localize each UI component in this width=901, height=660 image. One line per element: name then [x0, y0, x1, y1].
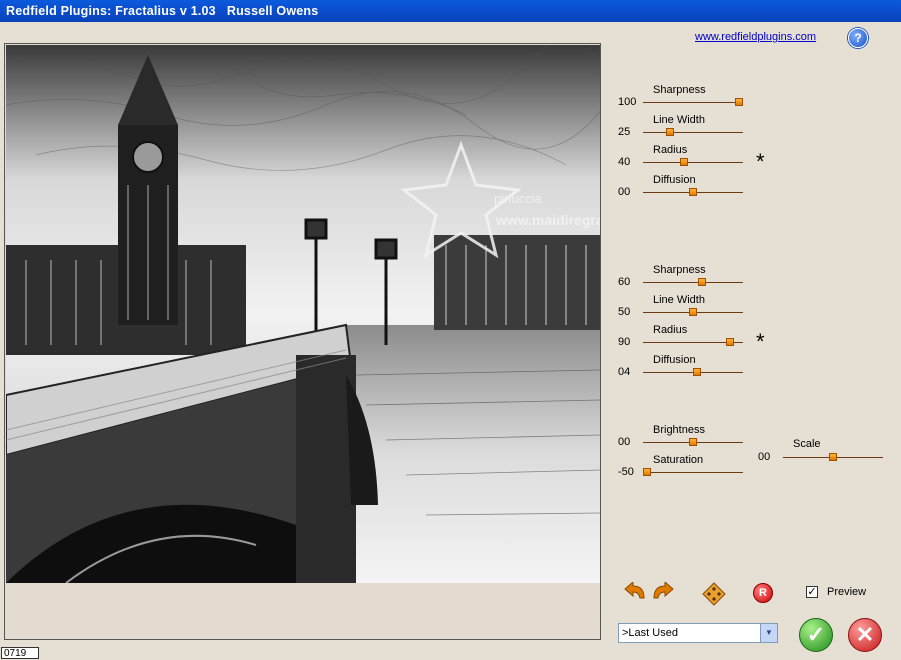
- preview-image: pinuccia www.maidiregrafica.eu: [6, 45, 601, 583]
- slider-label: Radius: [653, 144, 688, 156]
- slider-value: -50: [618, 466, 634, 478]
- status-code: 0719: [1, 647, 39, 659]
- window-title: Redfield Plugins: Fractalius v 1.03 Russ…: [6, 4, 319, 18]
- slider-label: Sharpness: [653, 264, 706, 276]
- scale-label: Scale: [793, 438, 821, 450]
- slider-value: 00: [618, 436, 631, 448]
- slider-label: Line Width: [653, 294, 705, 306]
- preview-panel: pinuccia www.maidiregrafica.eu: [4, 43, 601, 640]
- slider-value: 50: [618, 306, 631, 318]
- slider-track[interactable]: [643, 102, 743, 103]
- slider-thumb[interactable]: [666, 128, 674, 136]
- slider-thumb[interactable]: [692, 368, 701, 376]
- reset-icon[interactable]: R: [753, 583, 773, 603]
- help-icon[interactable]: ?: [848, 28, 868, 48]
- slider-label: Brightness: [653, 424, 705, 436]
- undo-icon[interactable]: [622, 582, 648, 602]
- slider-label: Line Width: [653, 114, 705, 126]
- scale-value: 00: [758, 451, 771, 463]
- chevron-down-icon[interactable]: ▼: [760, 624, 777, 642]
- randomize-group1-icon[interactable]: *: [756, 151, 765, 173]
- slider-track[interactable]: [643, 282, 743, 283]
- watermark-name: pinuccia: [494, 191, 542, 206]
- slider-value: 90: [618, 336, 631, 348]
- slider-thumb[interactable]: [643, 468, 651, 476]
- preview-checkbox[interactable]: ✓: [806, 586, 818, 598]
- random-seed-dice-icon[interactable]: [702, 582, 726, 606]
- river: [346, 325, 600, 583]
- slider-thumb[interactable]: [679, 158, 688, 166]
- preset-select[interactable]: >Last Used ▼: [618, 623, 778, 643]
- slider-label: Diffusion: [653, 354, 696, 366]
- slider-label: Saturation: [653, 454, 704, 466]
- preview-label: Preview: [827, 586, 867, 598]
- randomize-group2-icon[interactable]: *: [756, 331, 765, 353]
- slider-track[interactable]: [643, 132, 743, 133]
- preset-selected-value: >Last Used: [622, 627, 678, 639]
- slider-thumb[interactable]: [735, 98, 743, 106]
- watermark-url: www.maidiregrafica.eu: [495, 212, 601, 228]
- parliament-right: [434, 235, 600, 330]
- redo-icon[interactable]: [650, 582, 676, 602]
- slider-value: 25: [618, 126, 631, 138]
- slider-value: 04: [618, 366, 631, 378]
- slider-thumb[interactable]: [689, 188, 697, 196]
- slider-thumb[interactable]: [689, 438, 697, 446]
- redfield-website-link[interactable]: www.redfieldplugins.com: [695, 31, 816, 43]
- slider-label: Sharpness: [653, 84, 706, 96]
- cancel-button[interactable]: ✕: [848, 618, 882, 652]
- slider-thumb[interactable]: [689, 308, 697, 316]
- ok-button[interactable]: ✓: [799, 618, 833, 652]
- slider-value: 100: [618, 96, 637, 108]
- slider-value: 40: [618, 156, 631, 168]
- clock-face: [132, 141, 164, 173]
- slider-thumb[interactable]: [698, 278, 707, 286]
- slider-track[interactable]: [643, 472, 743, 473]
- slider-label: Diffusion: [653, 174, 696, 186]
- slider-label: Radius: [653, 324, 688, 336]
- scale-slider-thumb[interactable]: [829, 453, 837, 461]
- title-bar: Redfield Plugins: Fractalius v 1.03 Russ…: [0, 0, 901, 22]
- slider-value: 00: [618, 186, 631, 198]
- slider-track[interactable]: [643, 162, 743, 163]
- slider-thumb[interactable]: [725, 338, 734, 346]
- slider-value: 60: [618, 276, 631, 288]
